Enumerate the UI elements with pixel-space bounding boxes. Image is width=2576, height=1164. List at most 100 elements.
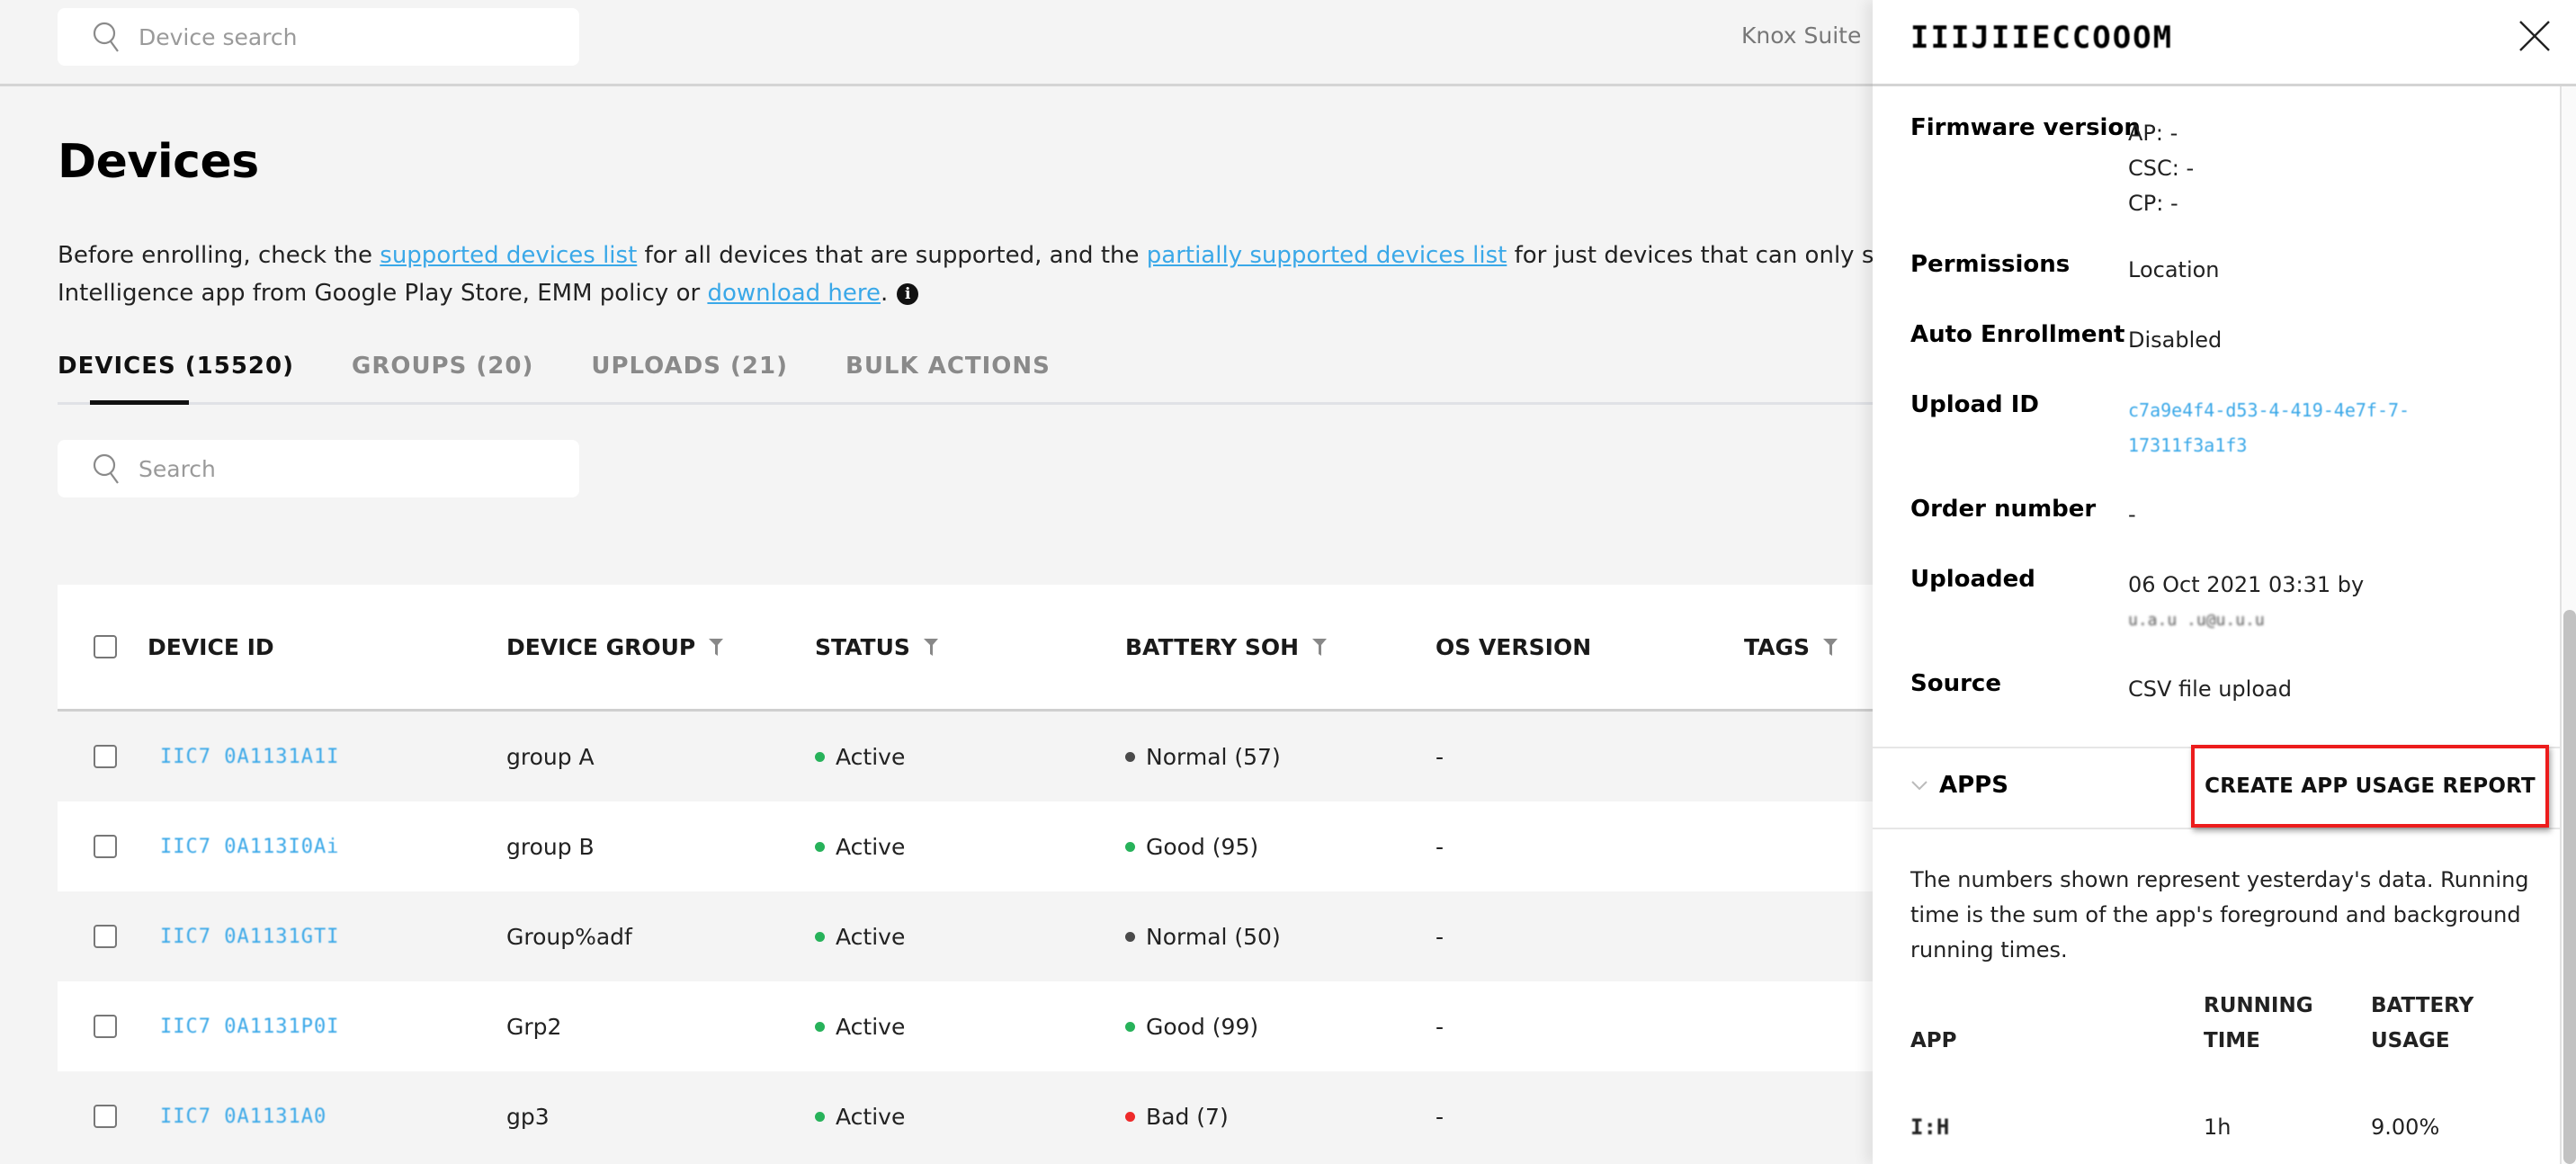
description-line-2: Intelligence app from Google Play Store,…	[58, 274, 1892, 312]
scrollbar-thumb[interactable]	[2563, 610, 2576, 1164]
property-value: CSV file upload	[2128, 672, 2524, 707]
property-value-line: CSC: -	[2128, 156, 2195, 181]
app-name[interactable]: I:H	[1910, 1115, 1949, 1140]
filter-icon[interactable]	[1822, 637, 1838, 657]
os-version-cell: -	[1436, 1071, 1444, 1161]
search-icon	[93, 453, 119, 484]
create-app-usage-report-button[interactable]: CREATE APP USAGE REPORT	[2191, 745, 2549, 828]
table-row[interactable]: IIC7 0A1131A0 gp3 Active Bad (7) -	[58, 1071, 1883, 1161]
row-checkbox[interactable]	[94, 925, 117, 948]
column-label: OS VERSION	[1436, 633, 1592, 660]
os-version-cell: -	[1436, 981, 1444, 1071]
row-checkbox[interactable]	[94, 745, 117, 768]
device-id-link[interactable]: IIC7 0A1131P0I	[160, 1016, 339, 1038]
column-header-tags[interactable]: TAGS	[1744, 585, 1838, 709]
property-value-line: CSV file upload	[2128, 676, 2292, 702]
property-value: Location	[2128, 253, 2524, 288]
device-group-cell: Grp2	[506, 981, 561, 1071]
row-checkbox[interactable]	[94, 1105, 117, 1128]
tab-groups[interactable]: GROUPS (20)	[334, 342, 551, 402]
partially-supported-devices-link[interactable]: partially supported devices list	[1147, 242, 1507, 269]
property-value-line: AP: -	[2128, 121, 2178, 146]
property-value-line: 06 Oct 2021 03:31 by	[2128, 572, 2365, 597]
breadcrumb-item-knox-suite[interactable]: Knox Suite	[1741, 22, 1861, 49]
battery-soh-text: Normal (50)	[1146, 923, 1281, 950]
row-select-cell	[94, 891, 117, 981]
column-header-battery-soh[interactable]: BATTERY SOH	[1125, 585, 1328, 709]
property-value-line: Disabled	[2128, 327, 2223, 353]
device-group-cell: Group%adf	[506, 891, 632, 981]
app-running-time: 1h	[2204, 1115, 2232, 1140]
column-label: BATTERY SOH	[1125, 633, 1300, 660]
column-label: DEVICE GROUP	[506, 633, 696, 660]
column-header-device-group[interactable]: DEVICE GROUP	[506, 585, 724, 709]
status-dot-icon	[815, 841, 825, 852]
device-search-input[interactable]	[139, 23, 534, 50]
tab-bulk-actions[interactable]: BULK ACTIONS	[827, 342, 1069, 402]
device-id-link[interactable]: IIC7 0A1131GTI	[160, 926, 339, 948]
property-label: Firmware version	[1910, 114, 2141, 141]
app-battery-usage: 9.00%	[2371, 1115, 2440, 1140]
property-value-line[interactable]: c7a9e4f4-d53-4-419-4e7f-7-	[2128, 393, 2524, 428]
filter-icon[interactable]	[708, 637, 724, 657]
device-group: gp3	[506, 1103, 550, 1130]
info-icon[interactable]: i	[897, 283, 919, 305]
table-row[interactable]: IIC7 0A1131A1I group A Active Normal (57) -	[58, 712, 1883, 801]
filter-icon[interactable]	[1311, 637, 1328, 657]
apps-note: The numbers shown represent yesterday's …	[1910, 867, 2529, 963]
status-text: Active	[836, 1103, 906, 1130]
battery-soh-cell: Normal (50)	[1125, 891, 1281, 981]
table-body: IIC7 0A1131A1I group A Active Normal (57) - I…	[58, 712, 1883, 1161]
property-value: -	[2128, 497, 2524, 533]
property-value: AP: - CSC: - CP: -	[2128, 116, 2524, 221]
select-all-checkbox[interactable]	[94, 635, 117, 658]
property-label: Order number	[1910, 496, 2097, 523]
device-search-box[interactable]	[58, 8, 579, 66]
os-version-cell: -	[1436, 801, 1444, 891]
column-label: TAGS	[1744, 633, 1810, 660]
filter-icon[interactable]	[923, 637, 939, 657]
device-id-cell: IIC7 0A113I0Ai	[160, 801, 339, 891]
property-value-line: CP: -	[2128, 191, 2178, 216]
apps-toggle[interactable]: APPS	[1910, 772, 2008, 799]
select-all-cell	[94, 585, 117, 709]
panel-scrollbar[interactable]	[2560, 86, 2576, 1164]
row-select-cell	[94, 712, 117, 801]
panel-header: IIIJIIECCOOOM	[1873, 0, 2576, 86]
property-label: Permissions	[1910, 251, 2071, 278]
download-here-link[interactable]: download here	[707, 280, 881, 307]
close-icon[interactable]	[2517, 18, 2553, 54]
column-header-status[interactable]: STATUS	[815, 585, 939, 709]
tab-uploads[interactable]: UPLOADS (21)	[573, 342, 806, 402]
supported-devices-link[interactable]: supported devices list	[380, 242, 637, 269]
battery-dot-icon	[1125, 931, 1135, 942]
property-label: Source	[1910, 670, 2001, 697]
status-text: Active	[836, 1013, 906, 1040]
column-header-device-id[interactable]: DEVICE ID	[148, 585, 274, 709]
os-version-cell: -	[1436, 712, 1444, 801]
device-id-link[interactable]: IIC7 0A1131A0	[160, 1106, 326, 1128]
device-id-link[interactable]: IIC7 0A113I0Ai	[160, 836, 339, 858]
column-label: DEVICE ID	[148, 633, 274, 660]
os-version: -	[1436, 833, 1445, 860]
table-row[interactable]: IIC7 0A1131P0I Grp2 Active Good (99) -	[58, 981, 1883, 1071]
row-checkbox[interactable]	[94, 835, 117, 858]
table-row[interactable]: IIC7 0A113I0Ai group B Active Good (95) -	[58, 801, 1883, 891]
status-dot-icon	[815, 751, 825, 762]
row-checkbox[interactable]	[94, 1015, 117, 1038]
device-id-link[interactable]: IIC7 0A1131A1I	[160, 746, 339, 768]
apps-title: APPS	[1939, 772, 2008, 799]
column-header-os-version[interactable]: OS VERSION	[1436, 585, 1591, 709]
status-text: Active	[836, 923, 906, 950]
property-value-line[interactable]: 17311f3a1f3	[2128, 428, 2524, 463]
table-row[interactable]: IIC7 0A1131GTI Group%adf Active Normal (50)…	[58, 891, 1883, 981]
device-group-cell: group B	[506, 801, 595, 891]
battery-soh-text: Normal (57)	[1146, 743, 1281, 770]
battery-dot-icon	[1125, 1111, 1135, 1122]
battery-soh-text: Good (95)	[1146, 833, 1259, 860]
tab-devices[interactable]: DEVICES (15520)	[40, 342, 312, 405]
apps-section-header: APPS CREATE APP USAGE REPORT	[1873, 745, 2560, 829]
table-search-box[interactable]	[58, 440, 579, 497]
table-search-input[interactable]	[139, 455, 534, 482]
status-cell: Active	[815, 1071, 905, 1161]
